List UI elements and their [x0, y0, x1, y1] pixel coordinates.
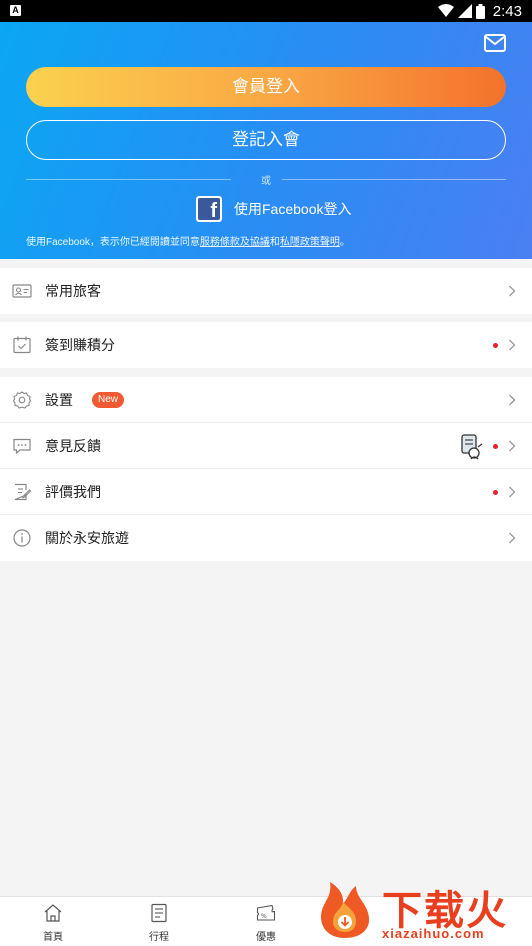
menu-item-label: 意見反饋	[45, 438, 101, 454]
chevron-right-icon	[509, 440, 516, 452]
divider-left	[26, 179, 231, 180]
menu-group-checkin: 簽到賺積分	[0, 322, 532, 368]
chevron-right-icon	[509, 486, 516, 498]
unread-dot	[493, 444, 498, 449]
mail-icon[interactable]	[484, 34, 506, 52]
menu-item-label: 常用旅客	[45, 283, 101, 299]
mascot-icon	[461, 434, 483, 460]
notification-icon: A	[10, 5, 21, 16]
menu-item-checkin-points[interactable]: 簽到賺積分	[0, 322, 532, 368]
menu-item-about[interactable]: 關於永安旅遊	[0, 515, 532, 561]
menu-item-frequent-travellers[interactable]: 常用旅客	[0, 268, 532, 314]
facebook-login-label: 使用Facebook登入	[234, 201, 352, 217]
facebook-login-button[interactable]: f 使用Facebook登入	[196, 196, 351, 222]
terms-notice: 使用Facebook，表示你已經閱讀並同意服務條款及協議和私隱政策聲明。	[26, 237, 350, 248]
tab-label: 行程	[149, 932, 169, 943]
unread-dot	[493, 490, 498, 495]
menu-item-label: 評價我們	[45, 484, 101, 500]
svg-text:%: %	[261, 913, 267, 920]
gear-icon	[12, 391, 32, 409]
itinerary-icon	[151, 903, 167, 923]
flame-logo-icon	[320, 882, 370, 938]
or-separator: 或	[261, 176, 271, 187]
chevron-right-icon	[509, 394, 516, 406]
wifi-icon	[437, 4, 454, 17]
coupon-icon: %	[256, 904, 276, 921]
chevron-right-icon	[509, 285, 516, 297]
home-icon	[44, 904, 62, 922]
calendar-check-icon	[13, 336, 31, 354]
menu-item-label: 關於永安旅遊	[45, 530, 129, 546]
tab-home[interactable]: 首頁	[13, 897, 93, 946]
chevron-right-icon	[509, 532, 516, 544]
watermark-url: xiazaihuo.com	[382, 926, 485, 941]
signal-icon	[457, 4, 472, 18]
menu-item-rate-us[interactable]: 評價我們	[0, 469, 532, 515]
menu-group-travellers: 常用旅客	[0, 268, 532, 314]
register-button[interactable]: 登記入會	[26, 120, 506, 160]
chat-icon	[13, 438, 31, 455]
tab-label: 首頁	[43, 932, 63, 943]
menu-item-settings[interactable]: 設置 New	[0, 377, 532, 423]
menu-group-settings: 設置 New 意見反饋 評價我們 關於永安旅遊	[0, 377, 532, 561]
status-bar: A 2:43	[0, 0, 532, 22]
unread-dot	[493, 343, 498, 348]
edit-note-icon	[14, 483, 32, 501]
facebook-icon: f	[196, 196, 222, 222]
id-card-icon	[12, 284, 32, 298]
info-icon	[13, 529, 31, 547]
menu-item-feedback[interactable]: 意見反饋	[0, 423, 532, 469]
chevron-right-icon	[509, 339, 516, 351]
battery-icon	[475, 3, 485, 19]
new-badge: New	[92, 392, 125, 408]
tab-itinerary[interactable]: 行程	[119, 897, 199, 946]
tab-label: 優惠	[256, 932, 276, 943]
member-login-button[interactable]: 會員登入	[26, 67, 506, 107]
watermark-logo: 下载火 xiazaihuo.com	[312, 876, 532, 946]
divider-right	[282, 179, 506, 180]
terms-of-service-link[interactable]: 服務條款及協議	[200, 237, 270, 248]
clock: 2:43	[492, 2, 522, 20]
account-header: 會員登入 登記入會 或 f 使用Facebook登入 使用Facebook，表示…	[0, 22, 532, 259]
menu-item-label: 設置	[45, 392, 73, 408]
menu-item-label: 簽到賺積分	[45, 337, 115, 353]
tab-offers[interactable]: % 優惠	[226, 897, 306, 946]
privacy-policy-link[interactable]: 私隱政策聲明	[280, 237, 340, 248]
